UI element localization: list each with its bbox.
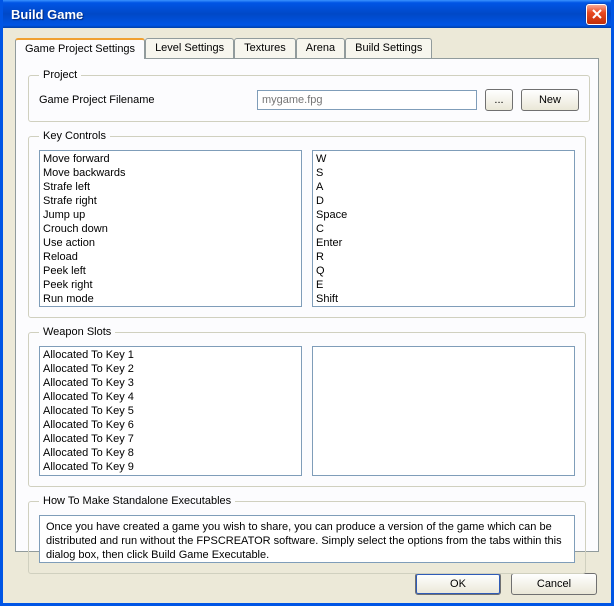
list-item[interactable]: Move forward (43, 152, 298, 166)
list-item[interactable]: Allocated To Key 5 (43, 404, 298, 418)
list-item[interactable]: Space (316, 208, 571, 222)
list-item[interactable]: E (316, 278, 571, 292)
list-item[interactable]: R (316, 250, 571, 264)
dialog-window: Build Game Game Project Settings Level S… (0, 0, 614, 606)
list-item[interactable]: Allocated To Key 8 (43, 446, 298, 460)
list-item[interactable]: S (316, 166, 571, 180)
list-item[interactable]: Allocated To Key 4 (43, 390, 298, 404)
ok-button[interactable]: OK (415, 573, 501, 595)
list-item[interactable]: Crouch down (43, 222, 298, 236)
tab-arena[interactable]: Arena (296, 38, 345, 58)
list-item[interactable]: Allocated To Key 9 (43, 460, 298, 474)
list-item[interactable]: Allocated To Key 2 (43, 362, 298, 376)
key-controls-group: Key Controls Move forwardMove backwardsS… (28, 130, 586, 318)
close-icon[interactable] (586, 4, 607, 25)
weapon-slots-group: Weapon Slots Allocated To Key 1Allocated… (28, 326, 586, 487)
list-item[interactable]: Jump up (43, 208, 298, 222)
new-button[interactable]: New (521, 89, 579, 111)
howto-legend: How To Make Standalone Executables (39, 495, 235, 507)
list-item[interactable]: Enter (316, 236, 571, 250)
cancel-button[interactable]: Cancel (511, 573, 597, 595)
list-item[interactable]: Reload (43, 250, 298, 264)
tabstrip: Game Project Settings Level Settings Tex… (15, 38, 599, 58)
list-item[interactable]: Move backwards (43, 166, 298, 180)
list-item[interactable]: Q (316, 264, 571, 278)
list-item[interactable]: Run mode (43, 292, 298, 306)
list-item[interactable]: Strafe left (43, 180, 298, 194)
project-filename-label: Game Project Filename (39, 94, 249, 106)
project-filename-input[interactable] (257, 90, 477, 110)
weapon-slots-list[interactable]: Allocated To Key 1Allocated To Key 2Allo… (39, 346, 302, 476)
list-item[interactable]: W (316, 152, 571, 166)
list-item[interactable]: C (316, 222, 571, 236)
list-item[interactable]: Peek left (43, 264, 298, 278)
list-item[interactable]: Peek right (43, 278, 298, 292)
tab-game-project-settings[interactable]: Game Project Settings (15, 38, 145, 59)
list-item[interactable]: A (316, 180, 571, 194)
key-controls-legend: Key Controls (39, 130, 110, 142)
list-item[interactable]: Allocated To Key 6 (43, 418, 298, 432)
tab-level-settings[interactable]: Level Settings (145, 38, 234, 58)
list-item[interactable]: D (316, 194, 571, 208)
howto-group: How To Make Standalone Executables Once … (28, 495, 586, 574)
tab-textures[interactable]: Textures (234, 38, 296, 58)
weapon-slots-legend: Weapon Slots (39, 326, 115, 338)
tab-build-settings[interactable]: Build Settings (345, 38, 432, 58)
weapon-slots-detail-list[interactable] (312, 346, 575, 476)
list-item[interactable]: Allocated To Key 1 (43, 348, 298, 362)
tabpanel: Project Game Project Filename ... New Ke… (15, 58, 599, 552)
list-item[interactable]: Allocated To Key 3 (43, 376, 298, 390)
howto-text: Once you have created a game you wish to… (39, 515, 575, 563)
list-item[interactable]: Shift (316, 292, 571, 306)
key-controls-keys-list[interactable]: WSADSpaceCEnterRQEShift (312, 150, 575, 307)
list-item[interactable]: Allocated To Key 7 (43, 432, 298, 446)
list-item[interactable]: Strafe right (43, 194, 298, 208)
client-area: Game Project Settings Level Settings Tex… (3, 28, 611, 603)
browse-button[interactable]: ... (485, 89, 513, 111)
list-item[interactable]: Use action (43, 236, 298, 250)
titlebar: Build Game (3, 0, 611, 28)
key-controls-actions-list[interactable]: Move forwardMove backwardsStrafe leftStr… (39, 150, 302, 307)
dialog-button-bar: OK Cancel (415, 573, 597, 595)
project-group: Project Game Project Filename ... New (28, 69, 590, 122)
window-title: Build Game (11, 7, 586, 22)
project-legend: Project (39, 69, 81, 81)
